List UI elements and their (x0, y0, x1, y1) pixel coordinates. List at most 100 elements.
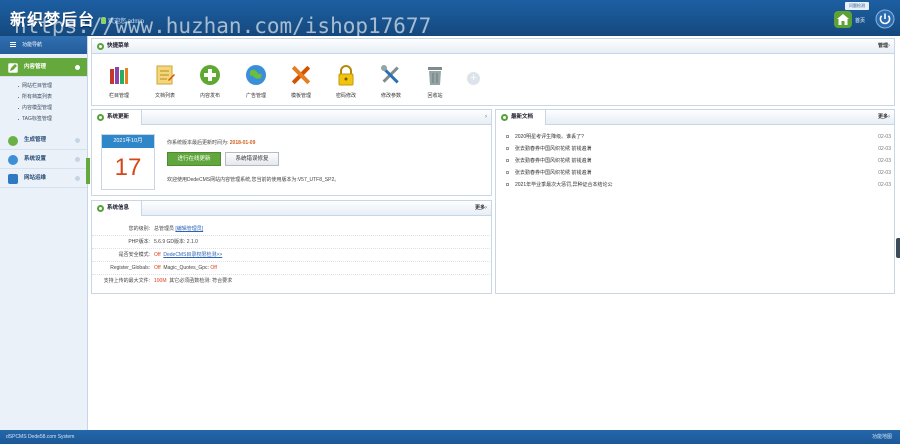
latest-docs-header: 最新文档 更多 › (496, 110, 894, 125)
panel-dot-icon (501, 114, 508, 121)
info-value: Off Magic_Quotes_Gpc: Off (154, 262, 217, 275)
edit-icon (8, 63, 18, 73)
quick-item-publish[interactable]: 内容发布 (192, 64, 228, 99)
globe-icon (245, 64, 267, 86)
list-item[interactable]: 2021年毕业季最次大惩罚,异种证合本结论公 02-03 (506, 179, 891, 191)
quick-item-label: 密码修改 (335, 93, 356, 99)
level-value: 总管理员 (154, 226, 175, 232)
magic-quotes-value: Off (210, 265, 217, 271)
quick-item-label: 模板管理 (290, 93, 311, 99)
sidebar-group-content[interactable]: 内容管理 (0, 58, 87, 77)
sidebar-group-label: 内容管理 (24, 64, 47, 70)
lock-icon (335, 64, 357, 86)
sidebar-toggle-tab[interactable] (86, 158, 90, 184)
info-row-level: 您的级别: 总管理员 [编辑管理员] (92, 223, 490, 236)
list-item[interactable]: 张去勤春券中国风织花绣 前钱遍满 02-03 (506, 155, 891, 167)
doc-title[interactable]: 2021年毕业季最次大惩罚,异种证合本结论公 (515, 179, 613, 191)
expand-icon[interactable] (75, 138, 80, 143)
last-update-text: 你系统版本最后更新时间为: 2018-01-09 (167, 139, 255, 146)
wrench-icon (380, 64, 402, 86)
home-button[interactable] (834, 11, 852, 28)
info-row-upload: 支持上传的最大文件: 100M 其它必须函数检测: 符合要求 (92, 275, 490, 288)
power-icon (875, 9, 895, 29)
more-link[interactable]: 更多 (878, 110, 888, 125)
system-info-panel: 系统信息 更多 › 您的级别: 总管理员 [编辑管理员] PHP版本: 5.6.… (91, 200, 492, 294)
edit-admin-link[interactable]: [编辑管理员] (175, 226, 203, 232)
latest-docs-panel: 最新文档 更多 › 2020明星考评生降级。谁丢了? 02-03 张去勤春券中国风… (495, 109, 895, 294)
home-icon (837, 14, 849, 25)
bullet-icon (506, 135, 509, 138)
quick-item-password[interactable]: 密码修改 (328, 64, 364, 99)
home-label[interactable]: 首页 (855, 17, 865, 24)
manage-link[interactable]: 管理 (878, 39, 888, 54)
quick-item-label: 回收站 (427, 93, 443, 99)
doc-date: 02-03 (878, 134, 891, 140)
info-value: 总管理员 [编辑管理员] (154, 223, 203, 236)
last-update-label: 你系统版本最后更新时间为: (167, 140, 229, 146)
quick-item-templates[interactable]: 模板管理 (283, 64, 319, 99)
info-key: PHP版本: (128, 239, 150, 245)
sidebar-group-label: 系统设置 (24, 156, 47, 162)
doc-title[interactable]: 张去勤春券中国风织花绣 前钱遍满 (515, 155, 591, 167)
doc-date: 02-03 (878, 170, 891, 176)
chevron-right-icon[interactable]: › (888, 110, 890, 125)
quick-item-label: 内容发布 (199, 93, 220, 99)
collapse-icon[interactable] (75, 65, 80, 70)
logout-button[interactable] (875, 9, 895, 29)
sidebar-item-tags[interactable]: TAG标签管理 (0, 114, 87, 125)
gd-version: 2.1.0 (186, 239, 198, 245)
list-item[interactable]: 张去勤春券中国风织花绣 前钱遍满 02-03 (506, 143, 891, 155)
sidebar-group-label: 生成管理 (24, 137, 47, 143)
doc-title[interactable]: 2020明星考评生降级。谁丢了? (515, 131, 584, 143)
quick-item-categories[interactable]: 栏目管理 (101, 64, 137, 99)
bullet-icon (506, 171, 509, 174)
doc-title[interactable]: 张去勤春券中国风织花绣 前钱遍满 (515, 143, 591, 155)
function-map-link[interactable]: 功能地图 (872, 430, 892, 444)
quick-item-doc-list[interactable]: 文档列表 (147, 64, 183, 99)
sidebar-group-settings[interactable]: 系统设置 (0, 150, 87, 169)
quick-menu-header: 快捷菜单 管理 › (92, 39, 894, 54)
doc-title[interactable]: 张去勤春券中国风织花绣 前钱遍满 (515, 167, 591, 179)
online-update-button[interactable]: 进行在线更新 (167, 152, 221, 166)
expand-icon[interactable] (75, 176, 80, 181)
footer-copyright: dSPCMS Dede58.com System (6, 434, 75, 440)
chevron-right-icon[interactable]: › (485, 201, 487, 216)
right-edge-handle[interactable] (896, 238, 900, 258)
calendar-month: 2021年10月 (102, 135, 154, 148)
functions-label: 其它必须函数检测: (169, 278, 211, 284)
tools-cross-icon (290, 64, 312, 86)
trash-icon (424, 64, 446, 86)
chevron-right-icon[interactable]: › (888, 39, 890, 54)
magic-quotes-label: Magic_Quotes_Gpc: (163, 265, 209, 271)
doc-date: 02-03 (878, 182, 891, 188)
panel-title: 快捷菜单 (107, 43, 130, 49)
bullet-icon (506, 183, 509, 186)
chevron-right-icon[interactable]: › (485, 110, 487, 125)
sidebar-group-generate[interactable]: 生成管理 (0, 131, 87, 150)
list-item[interactable]: 2020明星考评生降级。谁丢了? 02-03 (506, 131, 891, 143)
doc-date: 02-03 (878, 146, 891, 152)
safe-mode-value: Off (154, 252, 161, 258)
quick-item-params[interactable]: 修改参数 (373, 64, 409, 99)
sidebar-title: 功能导航 (22, 42, 43, 48)
more-link[interactable]: 更多 (475, 201, 485, 216)
expand-icon[interactable] (75, 157, 80, 162)
add-shortcut-button[interactable]: + (467, 72, 480, 85)
quick-item-recycle[interactable]: 回收站 (417, 64, 453, 99)
content-subitems: 网站栏目管理 所有档案列表 内容模型管理 TAG标签管理 (0, 77, 87, 131)
version-text: 欢迎使用DedeCMS网站内容管理系统,您当前的使用版本为:V57_UTF8_S… (167, 177, 340, 183)
quick-menu-panel: 快捷菜单 管理 › 栏目管理 文档列表 内容发布 广告管理 模板管理 密码修改 … (91, 38, 895, 106)
top-tip-button[interactable]: 问题检测 (845, 2, 869, 10)
sidebar-item-models[interactable]: 内容模型管理 (0, 103, 87, 114)
panel-dot-icon (97, 43, 104, 50)
sidebar-item-all-docs[interactable]: 所有档案列表 (0, 92, 87, 103)
permission-check-link[interactable]: DedeCMS目录权限检测>> (163, 252, 222, 258)
sidebar-group-ops[interactable]: 网站运维 (0, 169, 87, 188)
quick-item-ads[interactable]: 广告管理 (238, 64, 274, 99)
repair-button[interactable]: 系统错误修复 (225, 152, 279, 166)
list-item[interactable]: 张去勤春券中国风织花绣 前钱遍满 02-03 (506, 167, 891, 179)
sidebar-item-categories[interactable]: 网站栏目管理 (0, 81, 87, 92)
books-icon (108, 64, 130, 86)
gears-icon (8, 155, 18, 165)
panel-title: 最新文档 (511, 114, 534, 120)
